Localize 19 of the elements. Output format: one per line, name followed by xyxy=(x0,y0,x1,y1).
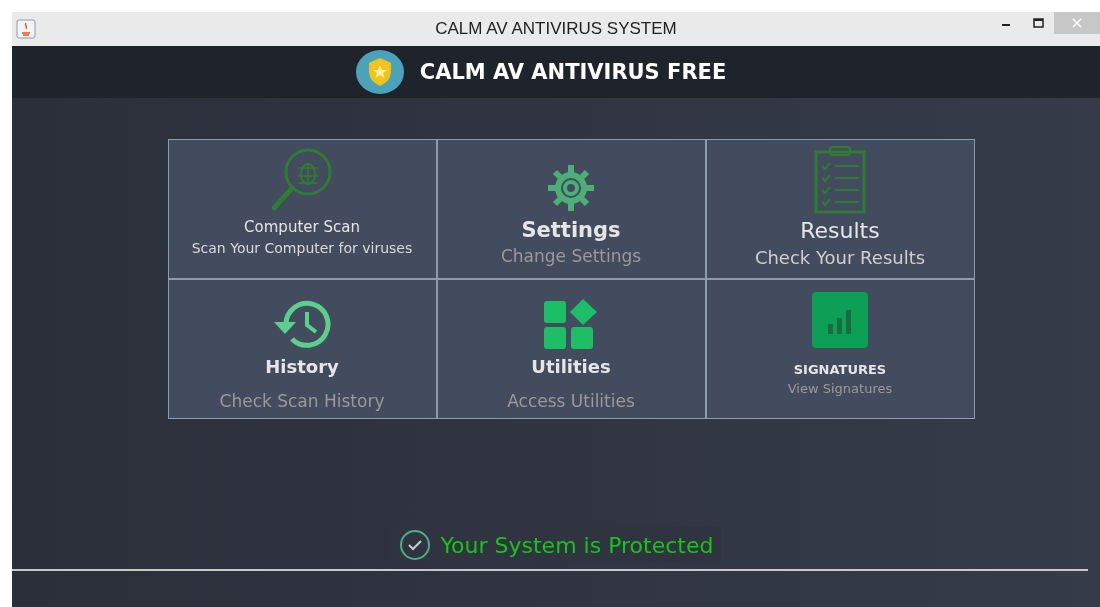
shield-logo-icon xyxy=(355,50,404,94)
protection-status: Your System is Protected xyxy=(440,532,714,558)
menu-tile[interactable]: SIGNATURES View Signatures xyxy=(706,280,974,418)
close-icon xyxy=(1072,18,1082,28)
maximize-icon xyxy=(1032,18,1044,28)
bar-chart-icon xyxy=(812,292,868,348)
menu-tile[interactable]: Computer Scan Scan Your Computer for viruses xyxy=(168,140,436,278)
gear-icon xyxy=(545,162,597,214)
window-title: CALM AV ANTIVIRUS SYSTEM xyxy=(435,19,677,39)
check-circle-icon xyxy=(398,529,431,561)
menu-tile[interactable]: Utilities Access Utilities xyxy=(437,280,705,418)
menu-tile[interactable]: Settings Change Settings xyxy=(437,140,705,278)
apps-grid-icon xyxy=(543,298,599,350)
menu-tile[interactable]: Results Check Your Results xyxy=(706,140,974,278)
history-clock-icon xyxy=(272,298,332,350)
menu-tile[interactable]: History Check Scan History xyxy=(168,280,436,418)
app-title: CALM AV ANTIVIRUS FREE xyxy=(419,60,727,84)
clipboard-checklist-icon xyxy=(813,146,867,214)
java-app-icon xyxy=(16,19,36,39)
